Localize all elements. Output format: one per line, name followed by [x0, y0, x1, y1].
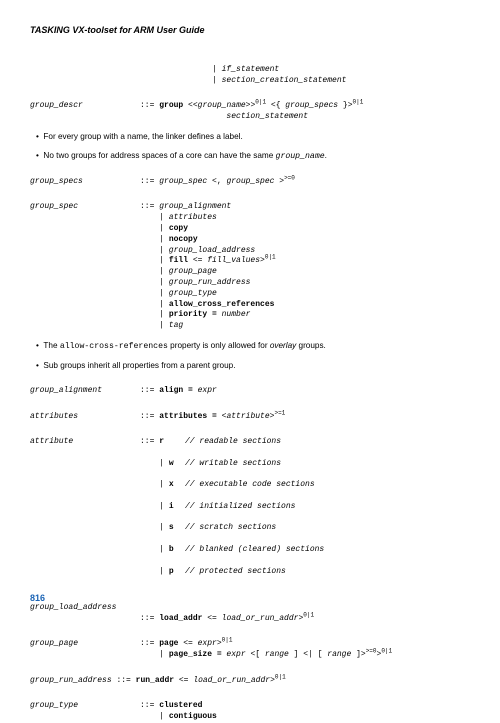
rule-group-specs: group_specs::= group_spec <, group_spec … — [30, 166, 470, 188]
rule-group-alignment: group_alignment::= align = expr — [30, 375, 470, 397]
rule-group-type: group_type::= clustered | contiguous — [30, 691, 470, 723]
page-number: 816 — [30, 592, 45, 604]
bullet-1: • For every group with a name, the linke… — [30, 131, 470, 142]
rule-block-0: | if_statement | section_creation_statem… — [30, 54, 470, 86]
rule-attributes: attributes::= attributes = <attribute>>=… — [30, 401, 470, 423]
rule-group-descr: group_descr::= group <<group_name>>0|1 <… — [30, 91, 470, 123]
page-title: TASKING VX-toolset for ARM User Guide — [30, 24, 470, 36]
bullet-4: • Sub groups inherit all properties from… — [30, 360, 470, 371]
rule-group-run-address: group_run_address ::= run_addr <= load_o… — [30, 665, 470, 687]
bullet-2: • No two groups for address spaces of a … — [30, 150, 470, 162]
rule-attribute: attribute::= r// readable sections | w//… — [30, 426, 470, 588]
rule-group-spec: group_spec::= group_alignment | attribut… — [30, 192, 470, 332]
rule-group-page: group_page::= page <= expr>0|1 | page_si… — [30, 629, 470, 661]
rule-group-load-address: group_load_address ::= load_addr <= load… — [30, 592, 470, 624]
bullet-3: • The allow-cross-references property is… — [30, 340, 470, 352]
